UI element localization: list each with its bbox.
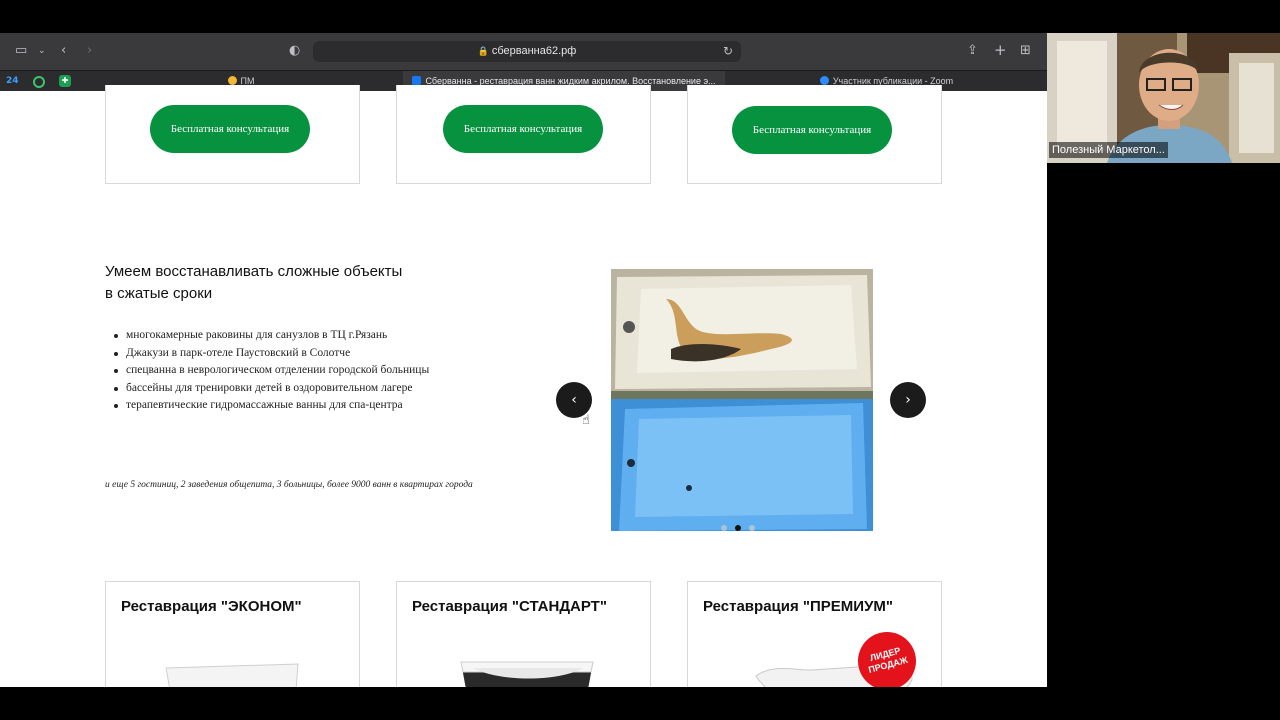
before-after-photo[interactable] <box>611 269 873 531</box>
bathtub-image <box>460 661 594 687</box>
package-title: Реставрация "ПРЕМИУМ" <box>703 598 894 615</box>
address-bar[interactable]: 🔒 сберванна62.рф ↻ <box>313 41 741 62</box>
list-item: терапевтические гидромассажные ванны для… <box>106 397 429 415</box>
slider-dots <box>721 518 763 536</box>
pinned-tab-24[interactable]: 24 <box>6 75 19 87</box>
participant-name: Полезный Маркетол... <box>1049 142 1168 158</box>
web-page: Бесплатная консультация Бесплатная консу… <box>0 85 1047 687</box>
tab-overview-icon[interactable]: ⊞ <box>1020 44 1031 58</box>
chevron-right-icon: › <box>905 392 911 408</box>
section-heading: Умеем восстанавливать сложные объекты в … <box>105 263 403 302</box>
consult-card: Бесплатная консультация <box>105 85 360 184</box>
lock-icon: 🔒 <box>477 46 489 56</box>
forward-icon[interactable]: › <box>87 44 92 58</box>
consult-card: Бесплатная консультация <box>396 85 651 184</box>
package-card-standart[interactable]: Реставрация "СТАНДАРТ" <box>396 581 651 687</box>
slider-dot[interactable] <box>721 525 727 531</box>
url-text: сберванна62.рф <box>491 45 577 57</box>
browser-window: ▭ ⌄ ‹ › ◐ 🔒 сберванна62.рф ↻ ⇪ + ⊞ 24 ✚ П… <box>0 33 1047 687</box>
list-item: многокамерные раковины для санузлов в ТЦ… <box>106 327 429 345</box>
free-consultation-button[interactable]: Бесплатная консультация <box>150 105 310 153</box>
screen-top-bar <box>0 0 1280 33</box>
pinned-tab-sheets-icon[interactable]: ✚ <box>59 75 71 87</box>
slider-dot[interactable] <box>749 525 755 531</box>
list-item: бассейны для тренировки детей в оздорови… <box>106 380 429 398</box>
free-consultation-button[interactable]: Бесплатная консультация <box>732 106 892 154</box>
sidebar-toggle-icon[interactable]: ▭ <box>15 44 27 58</box>
package-card-premium[interactable]: Реставрация "ПРЕМИУМ" ЛИДЕР ПРОДАЖ <box>687 581 942 687</box>
package-title: Реставрация "ЭКОНОМ" <box>121 598 302 615</box>
zoom-icon <box>819 76 829 85</box>
webcam-video: Полезный Маркетол... <box>1047 33 1280 163</box>
bathtub-image <box>165 663 299 687</box>
screen-bottom-bar <box>0 687 1280 720</box>
package-title: Реставрация "СТАНДАРТ" <box>412 598 607 615</box>
consult-card: Бесплатная консультация <box>687 85 942 184</box>
back-icon[interactable]: ‹ <box>61 44 66 58</box>
slider-next-button[interactable]: › <box>890 382 926 418</box>
slider-dot-active[interactable] <box>735 525 741 531</box>
results-note: и еще 5 гостиниц, 2 заведения общепита, … <box>105 480 473 490</box>
chevron-down-icon[interactable]: ⌄ <box>38 44 46 58</box>
emoji-face-icon <box>227 76 237 85</box>
reload-icon[interactable]: ↻ <box>723 44 733 58</box>
objects-list: многокамерные раковины для санузлов в ТЦ… <box>106 327 429 415</box>
package-card-econom[interactable]: Реставрация "ЭКОНОМ" <box>105 581 360 687</box>
free-consultation-button[interactable]: Бесплатная консультация <box>443 105 603 153</box>
privacy-shield-icon[interactable]: ◐ <box>289 44 300 58</box>
browser-toolbar: ▭ ⌄ ‹ › ◐ 🔒 сберванна62.рф ↻ ⇪ + ⊞ <box>0 33 1047 70</box>
chevron-left-icon: ‹ <box>571 392 577 408</box>
new-tab-icon[interactable]: + <box>994 43 1007 58</box>
hand-cursor-icon: ☝ <box>582 413 590 428</box>
share-icon[interactable]: ⇪ <box>967 44 978 58</box>
facebook-icon <box>412 76 422 85</box>
pinned-tab-check-icon[interactable] <box>33 76 45 88</box>
list-item: спецванна в неврологическом отделении го… <box>106 362 429 380</box>
list-item: Джакузи в парк-отеле Паустовский в Солот… <box>106 345 429 363</box>
